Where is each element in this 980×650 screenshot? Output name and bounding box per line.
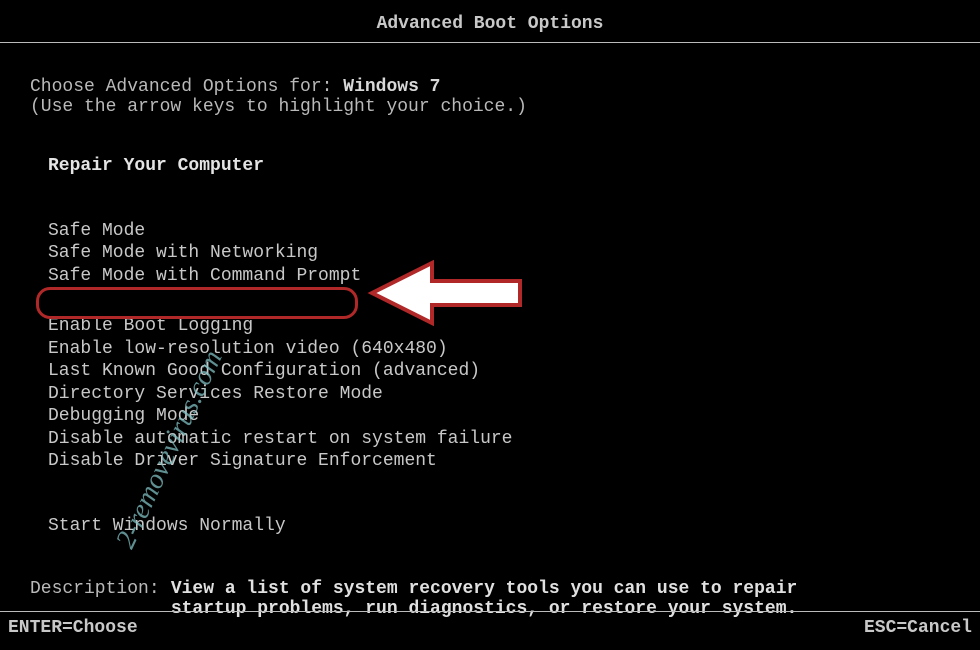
menu-item-repair[interactable]: Repair Your Computer [48,155,980,178]
menu-item-safe-mode[interactable]: Safe Mode [48,220,980,243]
description-label: Description: [30,579,160,599]
main-content: Choose Advanced Options for: Windows 7 (… [0,43,980,619]
footer-divider [0,611,980,612]
menu-item-safe-mode-cmd[interactable]: Safe Mode with Command Prompt [48,265,980,288]
description-line1: View a list of system recovery tools you… [171,579,798,599]
menu-item-start-normally[interactable]: Start Windows Normally [48,515,980,538]
footer-esc: ESC=Cancel [864,618,972,638]
menu-item-low-res[interactable]: Enable low-resolution video (640x480) [48,338,980,361]
menu-item-safe-mode-networking[interactable]: Safe Mode with Networking [48,242,980,265]
footer: ENTER=Choose ESC=Cancel [0,611,980,644]
page-title: Advanced Boot Options [0,0,980,34]
footer-enter: ENTER=Choose [8,618,138,638]
boot-menu: Repair Your Computer Safe Mode Safe Mode… [30,155,980,537]
menu-item-last-known-good[interactable]: Last Known Good Configuration (advanced) [48,360,980,383]
os-name: Windows 7 [343,77,440,97]
choose-os-line: Choose Advanced Options for: Windows 7 [30,77,980,97]
menu-item-disable-restart[interactable]: Disable automatic restart on system fail… [48,428,980,451]
menu-item-boot-logging[interactable]: Enable Boot Logging [48,315,980,338]
arrow-keys-hint: (Use the arrow keys to highlight your ch… [30,97,980,117]
menu-item-ds-restore[interactable]: Directory Services Restore Mode [48,383,980,406]
choose-prefix: Choose Advanced Options for: [30,77,343,97]
menu-item-debugging[interactable]: Debugging Mode [48,405,980,428]
menu-item-disable-sig[interactable]: Disable Driver Signature Enforcement [48,450,980,473]
